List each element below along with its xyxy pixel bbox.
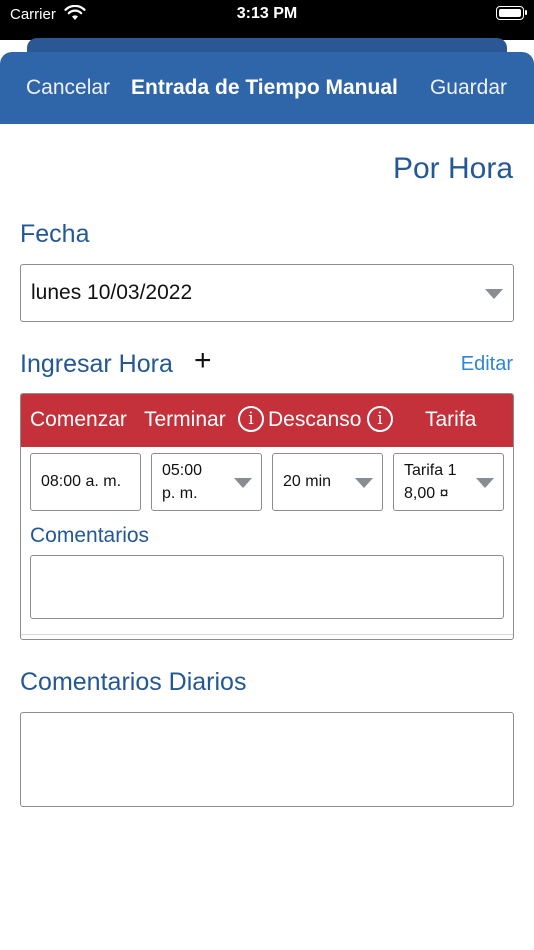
date-label: Fecha (20, 220, 90, 248)
end-time-select[interactable]: 05:00 p. m. (151, 453, 262, 511)
time-entry-header: Comenzar Terminar i Descanso i Tarifa (21, 394, 513, 447)
rate-select[interactable]: Tarifa 1 8,00 ¤ (393, 453, 504, 511)
date-value: lunes 10/03/2022 (31, 281, 193, 304)
info-icon[interactable]: i (238, 406, 264, 432)
entry-mode-title[interactable]: Por Hora (393, 152, 513, 186)
header-break: Descanso (268, 408, 362, 431)
comments-label: Comentarios (30, 524, 150, 547)
start-time-field[interactable]: 08:00 a. m. (30, 453, 141, 511)
enter-time-label: Ingresar Hora (20, 350, 173, 378)
daily-comments-input[interactable] (20, 712, 514, 807)
header-end: Terminar (144, 408, 226, 431)
break-select[interactable]: 20 min (272, 453, 383, 511)
clock: 3:13 PM (236, 5, 298, 22)
time-entry-card: Comenzar Terminar i Descanso i Tarifa 08… (20, 393, 514, 640)
battery-icon (496, 6, 527, 20)
page-title: Entrada de Tiempo Manual (131, 76, 398, 99)
chevron-down-icon (485, 289, 503, 299)
comments-input[interactable] (30, 555, 504, 619)
end-time-line1: 05:00 (162, 462, 203, 479)
end-time-value: 05:00 p. m. (162, 459, 222, 505)
edit-link[interactable]: Editar (461, 353, 513, 376)
start-time-value: 08:00 a. m. (41, 473, 122, 490)
header-rate: Tarifa (425, 408, 477, 431)
add-time-button[interactable]: + (194, 346, 212, 376)
header-start: Comenzar (30, 408, 127, 431)
navigation-bar: Cancelar Entrada de Tiempo Manual Guarda… (0, 52, 534, 124)
card-divider (21, 634, 513, 635)
end-time-line2: p. m. (162, 485, 198, 502)
rate-line2: 8,00 ¤ (404, 485, 449, 502)
date-select[interactable]: lunes 10/03/2022 (20, 264, 514, 322)
save-button[interactable]: Guardar (430, 76, 507, 100)
info-icon[interactable]: i (367, 406, 393, 432)
chevron-down-icon (355, 478, 373, 488)
chevron-down-icon (476, 478, 494, 488)
cancel-button[interactable]: Cancelar (26, 76, 110, 100)
chevron-down-icon (234, 478, 252, 488)
status-bar: Carrier 3:13 PM (0, 0, 534, 40)
rate-line1: Tarifa 1 (404, 462, 457, 479)
break-value: 20 min (283, 473, 332, 490)
rate-value: Tarifa 1 8,00 ¤ (404, 459, 456, 505)
daily-comments-label: Comentarios Diarios (20, 668, 247, 696)
